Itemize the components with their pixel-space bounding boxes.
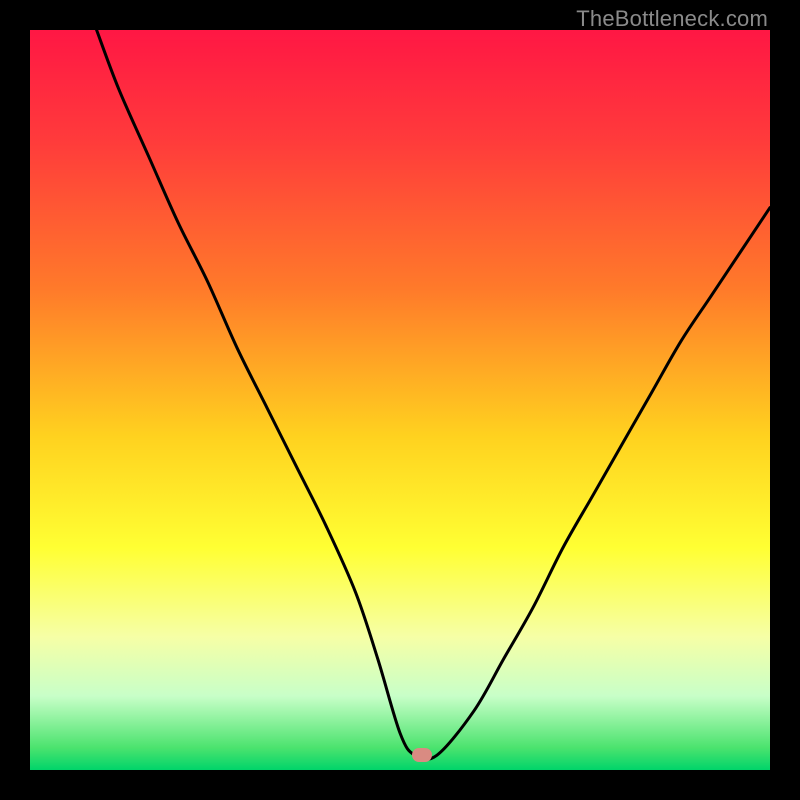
chart-frame: TheBottleneck.com [0,0,800,800]
plot-area [30,30,770,770]
bottleneck-curve [30,30,770,770]
optimal-point-marker [412,748,432,762]
watermark-text: TheBottleneck.com [576,6,768,32]
